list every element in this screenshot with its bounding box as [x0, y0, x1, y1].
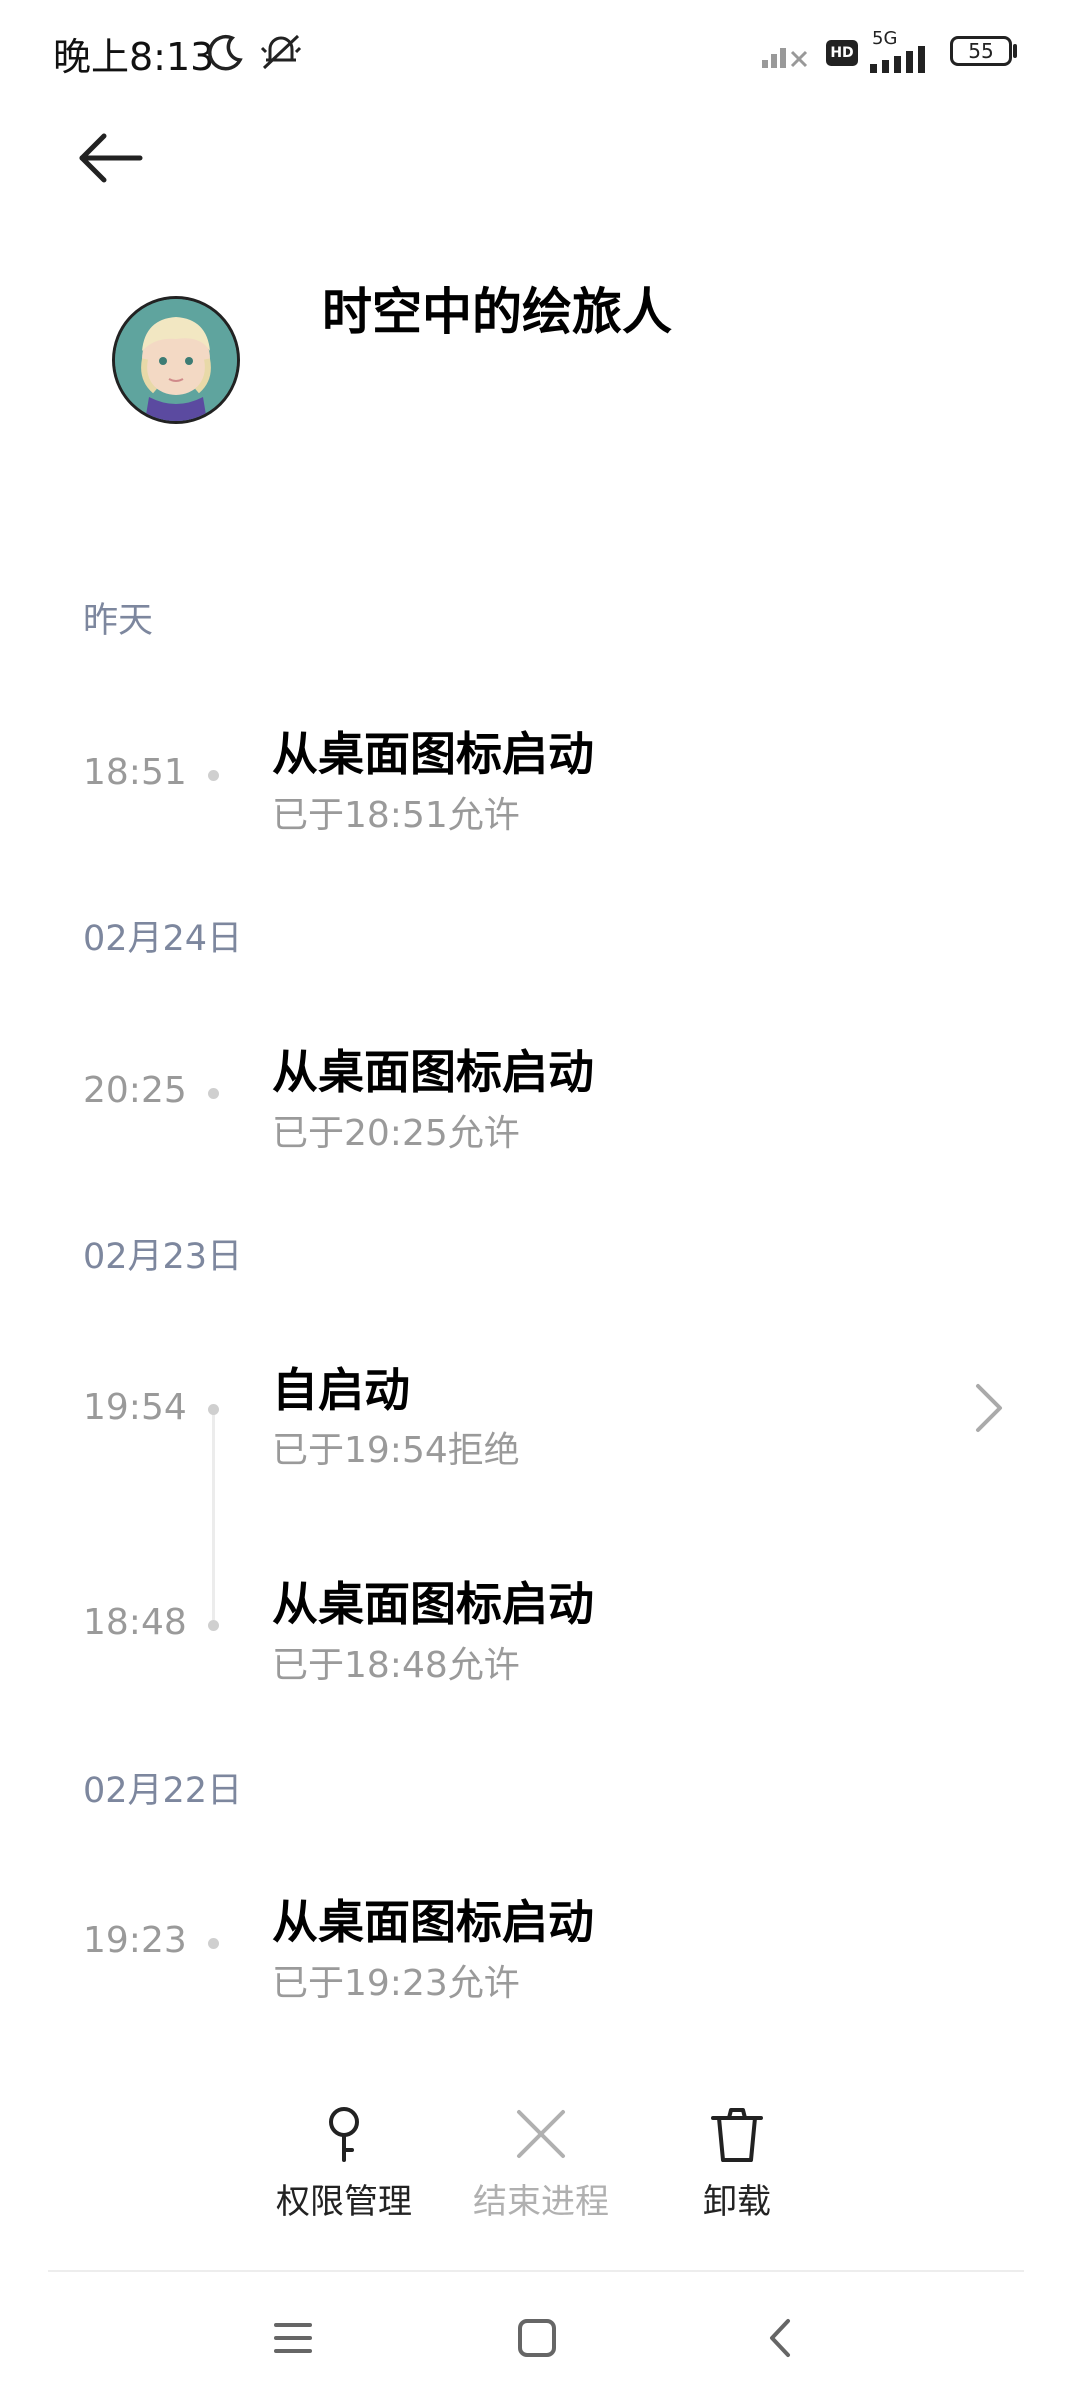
- timeline-dot: [208, 1404, 219, 1415]
- date-header-feb22: 02月22日: [83, 1771, 243, 1811]
- entry-title: 自启动: [272, 1363, 410, 1417]
- permissions-label: 权限管理: [276, 2182, 412, 2222]
- entry-subtitle: 已于18:51允许: [272, 795, 520, 836]
- battery-icon: 55: [950, 36, 1012, 66]
- entry-title: 从桌面图标启动: [272, 1895, 594, 1949]
- uninstall-label: 卸载: [703, 2182, 771, 2222]
- back-arrow-icon[interactable]: [70, 118, 150, 198]
- app-icon-portrait-icon: [115, 299, 237, 421]
- bottom-divider: [48, 2270, 1024, 2272]
- end-process-button[interactable]: 结束进程: [451, 2102, 631, 2223]
- permissions-button[interactable]: 权限管理: [254, 2102, 434, 2223]
- entry-title: 从桌面图标启动: [272, 1577, 594, 1631]
- date-header-feb24: 02月24日: [83, 919, 243, 959]
- signal-sim1-no-service-icon: [762, 48, 808, 68]
- entry-time: 20:25: [83, 1070, 187, 1111]
- status-time: 晚上8:13: [53, 35, 215, 79]
- entry-subtitle: 已于19:54拒绝: [272, 1430, 520, 1471]
- uninstall-button[interactable]: 卸载: [647, 2102, 827, 2223]
- signal-sim2-icon: [870, 46, 925, 73]
- entry-time: 18:51: [83, 752, 187, 793]
- entry-subtitle: 已于18:48允许: [272, 1645, 520, 1686]
- nav-back-icon[interactable]: [746, 2303, 816, 2373]
- mute-bell-icon: [260, 34, 302, 70]
- date-header-yesterday: 昨天: [83, 601, 154, 641]
- menu-icon[interactable]: [258, 2303, 328, 2373]
- entry-time: 18:48: [83, 1602, 187, 1643]
- chevron-right-icon[interactable]: [968, 1378, 1008, 1438]
- timeline-dot: [208, 1620, 219, 1631]
- trash-icon: [711, 2108, 763, 2162]
- entry-title: 从桌面图标启动: [272, 727, 594, 781]
- entry-title: 从桌面图标启动: [272, 1045, 594, 1099]
- hd-badge: HD: [826, 40, 858, 66]
- key-icon: [329, 2107, 359, 2162]
- do-not-disturb-moon-icon: [208, 34, 243, 71]
- close-icon: [517, 2110, 565, 2158]
- battery-tip: [1013, 44, 1017, 58]
- timeline-dot: [208, 1938, 219, 1949]
- entry-subtitle: 已于20:25允许: [272, 1113, 520, 1154]
- end-process-label: 结束进程: [473, 2182, 609, 2222]
- timeline-connector: [212, 1410, 215, 1620]
- app-icon: [112, 296, 240, 424]
- entry-time: 19:54: [83, 1387, 187, 1428]
- date-header-feb23: 02月23日: [83, 1237, 243, 1277]
- timeline-dot: [208, 1088, 219, 1099]
- entry-subtitle: 已于19:23允许: [272, 1963, 520, 2004]
- timeline-dot: [208, 770, 219, 781]
- battery-level: 55: [968, 39, 994, 63]
- app-name: 时空中的绘旅人: [322, 283, 672, 341]
- home-icon[interactable]: [502, 2303, 572, 2373]
- entry-time: 19:23: [83, 1920, 187, 1961]
